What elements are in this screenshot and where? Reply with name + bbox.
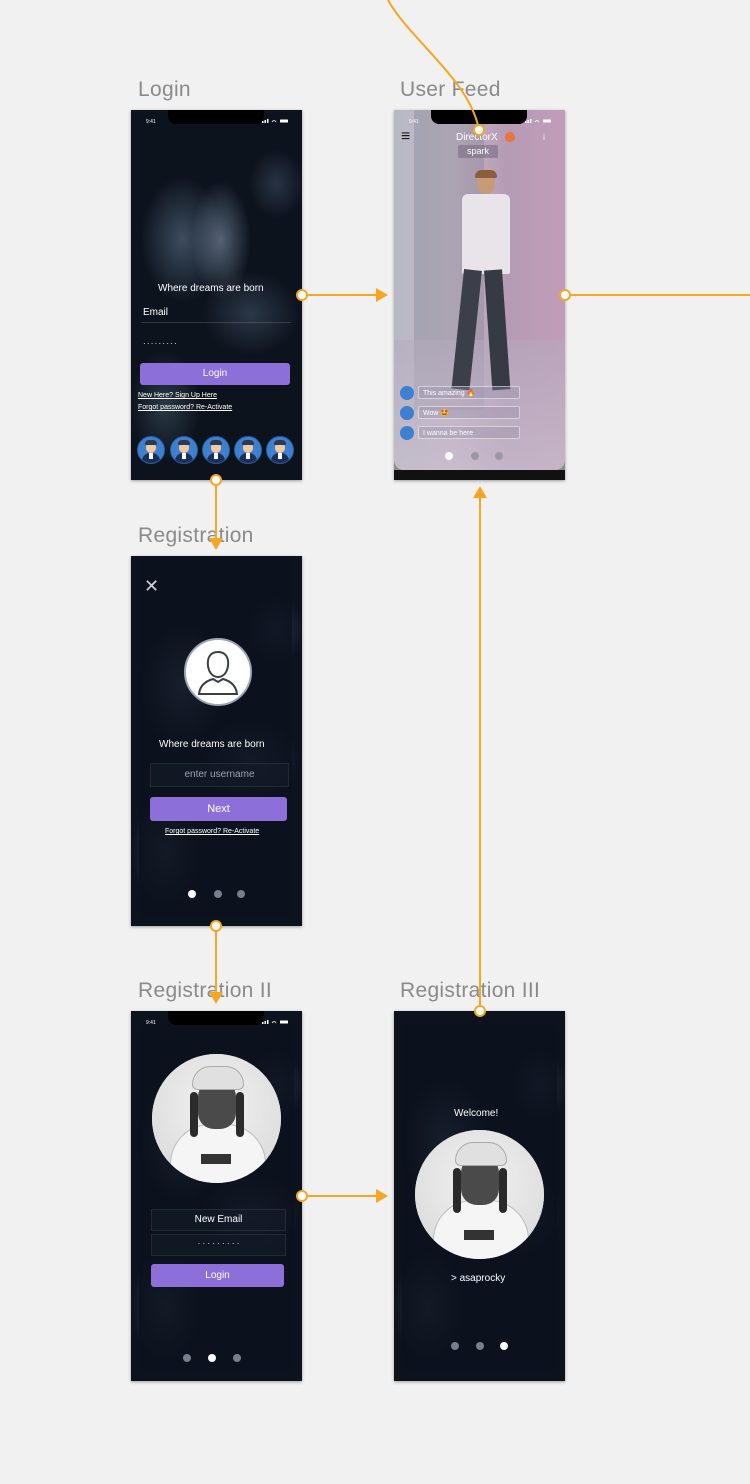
connector-node: [559, 289, 571, 301]
connector-node: [474, 1005, 486, 1017]
connector-arrowhead: [376, 1189, 388, 1203]
connector-incoming-top: [387, 0, 480, 131]
connector-node: [296, 289, 308, 301]
connector-arrowhead: [209, 538, 223, 550]
connector-arrowhead: [473, 486, 487, 498]
connector-node: [296, 1190, 308, 1202]
connector-node: [210, 474, 222, 486]
connector-node: [210, 920, 222, 932]
prototype-connectors: [209, 0, 750, 1203]
connector-arrowhead: [209, 992, 223, 1004]
connector-node: [473, 124, 485, 136]
connector-arrowhead: [376, 288, 388, 302]
